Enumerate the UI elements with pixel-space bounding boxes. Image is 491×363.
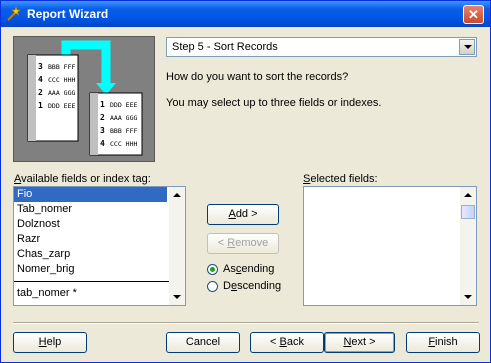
remove-button[interactable]: < Remove <box>207 233 279 254</box>
illustration-row-text: BBB FFF <box>110 127 137 135</box>
illustration-row-text: AAA GGG <box>48 89 75 97</box>
add-button[interactable]: Add > <box>207 204 279 225</box>
field-item[interactable]: Dolznost <box>14 217 167 232</box>
selected-fields-list[interactable] <box>303 186 477 306</box>
sort-hint: You may select up to three fields or ind… <box>166 97 382 109</box>
ascending-radio[interactable]: Ascending <box>207 263 297 278</box>
descending-radio[interactable]: Descending <box>207 280 297 295</box>
scroll-up-icon[interactable] <box>173 193 181 197</box>
close-icon: ✕ <box>468 7 479 22</box>
illustration-row-number: 3 <box>38 62 43 71</box>
illustration-row-text: AAA GGG <box>110 114 137 122</box>
index-tag-item[interactable]: tab_nomer * <box>17 287 77 299</box>
descending-radio-dot[interactable] <box>207 281 218 292</box>
sort-illustration: 3 BBB FFF 4 CCC HHH 2 AAA GGG 1 DDD EEE 1 DDD EE… <box>13 36 155 162</box>
bottom-divider <box>13 322 479 324</box>
available-list-scrollbar[interactable] <box>169 187 185 305</box>
next-button[interactable]: Next > <box>324 332 395 353</box>
help-button[interactable]: Help <box>13 332 87 353</box>
title-bar[interactable]: Report Wizard ✕ <box>1 1 490 27</box>
cancel-button[interactable]: Cancel <box>166 332 240 353</box>
illustration-row-number: 2 <box>38 88 43 97</box>
window-title: Report Wizard <box>27 7 109 21</box>
illustration-row-text: DDD EEE <box>48 102 75 110</box>
illustration-row-text: BBB FFF <box>48 63 75 71</box>
illustration-row-text: CCC HHH <box>48 76 75 84</box>
available-fields-label: Available fields or index tag: <box>14 173 151 185</box>
sort-question: How do you want to sort the records? <box>166 71 349 83</box>
report-wizard-window: Report Wizard ✕ 3 BBB FFF 4 CCC HHH 2 AAA GGG… <box>0 0 491 363</box>
finish-button[interactable]: Finish <box>406 332 480 353</box>
illustration-row-number: 4 <box>100 139 105 148</box>
illustration-row-text: CCC HHH <box>110 140 137 148</box>
list-divider <box>14 281 170 282</box>
field-item[interactable]: Razr <box>14 232 167 247</box>
illustration-row-number: 4 <box>38 75 43 84</box>
scroll-down-icon[interactable] <box>173 295 181 299</box>
selected-list-scrollbar[interactable] <box>460 187 476 305</box>
field-item[interactable]: Fio <box>14 187 167 202</box>
field-item[interactable]: Nomer_brig <box>14 262 167 277</box>
wizard-step-value: Step 5 - Sort Records <box>172 41 278 53</box>
chevron-down-icon[interactable] <box>459 39 475 55</box>
scroll-thumb[interactable] <box>461 205 475 219</box>
scroll-down-icon[interactable] <box>464 295 472 299</box>
close-button[interactable]: ✕ <box>463 5 484 24</box>
available-fields-list[interactable]: Fio Tab_nomer Dolznost Razr Chas_zarp Nomer_b… <box>13 186 186 306</box>
field-item[interactable]: Chas_zarp <box>14 247 167 262</box>
illustration-row-number: 3 <box>100 126 105 135</box>
wizard-wand-icon <box>7 6 21 21</box>
selected-fields-label: Selected fields: <box>303 173 378 185</box>
sort-records-illustration: 3 BBB FFF 4 CCC HHH 2 AAA GGG 1 DDD EEE 1 DDD EE… <box>27 40 143 156</box>
wizard-step-select[interactable]: Step 5 - Sort Records <box>166 37 477 57</box>
scroll-up-icon[interactable] <box>464 193 472 197</box>
illustration-row-number: 2 <box>100 113 105 122</box>
descending-label: Descending <box>223 280 282 292</box>
ascending-radio-dot[interactable] <box>207 264 218 275</box>
back-button[interactable]: < Back <box>250 332 324 353</box>
illustration-row-number: 1 <box>38 101 43 110</box>
illustration-row-number: 1 <box>100 100 105 109</box>
ascending-label: Ascending <box>223 263 275 275</box>
illustration-row-text: DDD EEE <box>110 101 137 109</box>
field-item[interactable]: Tab_nomer <box>14 202 167 217</box>
